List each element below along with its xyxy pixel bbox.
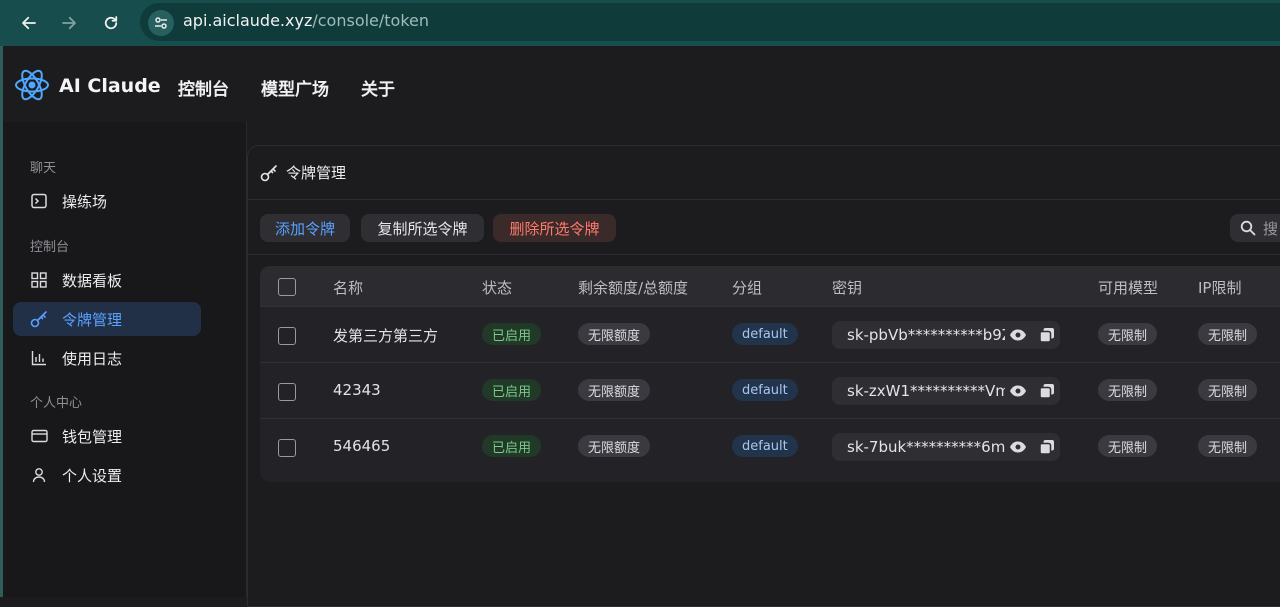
- sidebar-item-label: 钱包管理: [62, 427, 123, 446]
- table-header: 名称 状态 剩余额度/总额度 分组 密钥 可用模型 IP限制: [260, 266, 1280, 306]
- divider: [248, 199, 1280, 200]
- col-quota[interactable]: 剩余额度/总额度: [578, 277, 688, 298]
- copy-icon[interactable]: [1039, 383, 1055, 399]
- models-badge: 无限制: [1098, 435, 1158, 457]
- key-field[interactable]: sk-pbVb**********b9Z: [832, 321, 1060, 349]
- col-status[interactable]: 状态: [482, 277, 512, 298]
- chart-icon: [30, 349, 48, 367]
- quota-badge: 无限额度: [578, 379, 651, 401]
- sidebar-item-dashboard[interactable]: 数据看板: [13, 263, 201, 297]
- row-checkbox[interactable]: [278, 383, 296, 401]
- search-placeholder: 搜: [1263, 219, 1279, 238]
- col-group[interactable]: 分组: [732, 277, 762, 298]
- reload-icon[interactable]: [97, 9, 125, 37]
- token-name: 546465: [333, 437, 391, 455]
- terminal-icon: [30, 192, 48, 210]
- search-input[interactable]: 搜: [1230, 214, 1280, 242]
- sidebar: 聊天 操练场 控制台 数据看板 令牌管理 使用日志 个人中心 钱包管理 个人设置: [3, 122, 246, 597]
- key-field[interactable]: sk-zxW1**********Vm: [832, 377, 1060, 405]
- nav-model-plaza[interactable]: 模型广场: [261, 75, 329, 100]
- browser-toolbar: api.aiclaude.xyz/console/token: [0, 0, 1280, 47]
- brand-name[interactable]: AI Claude: [59, 75, 161, 97]
- models-badge: 无限制: [1098, 323, 1158, 345]
- sidebar-item-usage-logs[interactable]: 使用日志: [13, 341, 201, 375]
- wallet-icon: [30, 427, 48, 445]
- sidebar-item-token-management[interactable]: 令牌管理: [13, 302, 201, 336]
- table-row[interactable]: 546465 已启用 无限额度 default sk-7buk*********…: [260, 418, 1280, 475]
- sidebar-item-label: 个人设置: [62, 466, 123, 485]
- table-row[interactable]: 发第三方第三方 已启用 无限额度 default sk-pbVb********…: [260, 306, 1280, 363]
- eye-icon[interactable]: [1009, 383, 1027, 399]
- sidebar-item-label: 使用日志: [62, 349, 123, 368]
- app-header: AI Claude 控制台 模型广场 关于: [3, 46, 1280, 122]
- back-icon[interactable]: [15, 9, 43, 37]
- nav-console[interactable]: 控制台: [178, 75, 229, 100]
- dashboard-icon: [30, 271, 48, 289]
- table-row[interactable]: 42343 已启用 无限额度 default sk-zxW1**********…: [260, 362, 1280, 419]
- copy-icon[interactable]: [1039, 439, 1055, 455]
- key-text: sk-pbVb**********b9Z: [847, 326, 1005, 344]
- sidebar-item-settings[interactable]: 个人设置: [13, 458, 201, 492]
- search-icon: [1240, 220, 1256, 236]
- sidebar-section-console: 控制台: [30, 240, 70, 255]
- sidebar-item-label: 令牌管理: [62, 310, 123, 329]
- row-checkbox[interactable]: [278, 327, 296, 345]
- token-name: 发第三方第三方: [333, 327, 439, 345]
- token-card: 令牌管理 添加令牌 复制所选令牌 删除所选令牌 搜 名称 状态 剩余额度/总额度…: [247, 145, 1280, 607]
- atom-logo-icon[interactable]: [13, 66, 51, 104]
- status-badge: 已启用: [482, 435, 542, 457]
- copy-icon[interactable]: [1039, 327, 1055, 343]
- user-icon: [30, 466, 48, 484]
- nav-about[interactable]: 关于: [361, 75, 395, 100]
- key-text: sk-7buk**********6m: [847, 438, 1005, 456]
- ip-badge: 无限制: [1198, 323, 1258, 345]
- sidebar-item-label: 操练场: [62, 192, 108, 211]
- group-badge: default: [732, 379, 798, 401]
- eye-icon[interactable]: [1009, 327, 1027, 343]
- col-ip[interactable]: IP限制: [1198, 277, 1241, 298]
- group-badge: default: [732, 323, 798, 345]
- site-settings-icon[interactable]: [148, 10, 174, 36]
- sidebar-item-playground[interactable]: 操练场: [13, 184, 201, 218]
- row-checkbox[interactable]: [278, 439, 296, 457]
- ip-badge: 无限制: [1198, 435, 1258, 457]
- col-name[interactable]: 名称: [333, 277, 363, 298]
- quota-badge: 无限额度: [578, 323, 651, 345]
- select-all-checkbox[interactable]: [278, 278, 296, 296]
- models-badge: 无限制: [1098, 379, 1158, 401]
- quota-badge: 无限额度: [578, 435, 651, 457]
- eye-icon[interactable]: [1009, 439, 1027, 455]
- token-table: 名称 状态 剩余额度/总额度 分组 密钥 可用模型 IP限制 发第三方第三方 已…: [260, 266, 1280, 482]
- url-host: api.aiclaude.xyz: [183, 11, 313, 30]
- url-text[interactable]: api.aiclaude.xyz/console/token: [183, 11, 429, 30]
- col-key[interactable]: 密钥: [832, 277, 862, 298]
- sidebar-section-chat: 聊天: [30, 161, 57, 176]
- status-badge: 已启用: [482, 323, 542, 345]
- url-path: /console/token: [312, 11, 430, 30]
- key-icon: [30, 310, 48, 328]
- add-token-button[interactable]: 添加令牌: [260, 214, 350, 242]
- delete-selected-button[interactable]: 删除所选令牌: [493, 214, 616, 242]
- ip-badge: 无限制: [1198, 379, 1258, 401]
- divider: [248, 254, 1280, 255]
- key-text: sk-zxW1**********Vm: [847, 382, 1005, 400]
- key-icon: [260, 164, 277, 181]
- page-title: 令牌管理: [286, 164, 347, 182]
- forward-icon[interactable]: [55, 9, 83, 37]
- status-badge: 已启用: [482, 379, 542, 401]
- key-field[interactable]: sk-7buk**********6m: [832, 433, 1060, 461]
- sidebar-item-wallet[interactable]: 钱包管理: [13, 419, 201, 453]
- token-name: 42343: [333, 381, 381, 399]
- col-models[interactable]: 可用模型: [1098, 277, 1158, 298]
- sidebar-item-label: 数据看板: [62, 271, 123, 290]
- card-header: 令牌管理: [260, 162, 346, 183]
- group-badge: default: [732, 435, 798, 457]
- sidebar-section-personal: 个人中心: [30, 396, 83, 411]
- copy-selected-button[interactable]: 复制所选令牌: [361, 214, 484, 242]
